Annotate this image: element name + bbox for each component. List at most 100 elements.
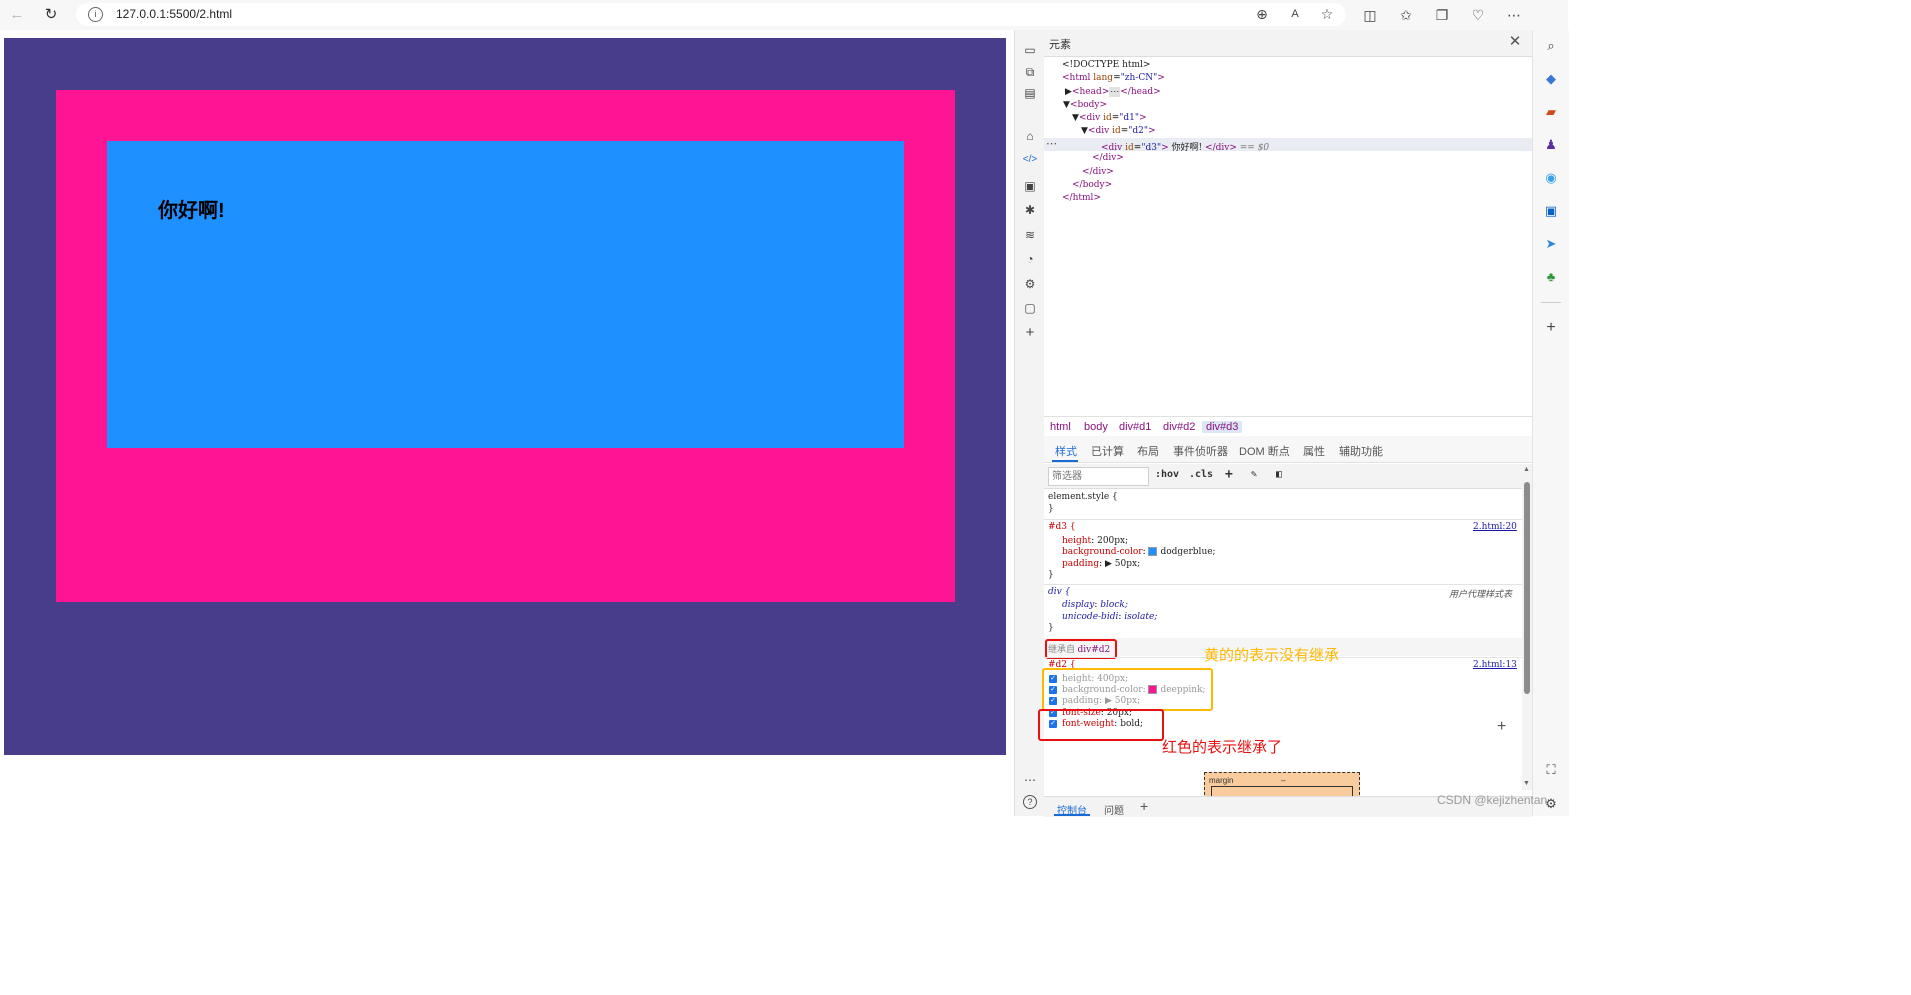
dom-d1-node[interactable]: ▼<div id="d1"> xyxy=(1072,113,1147,123)
tab-layout[interactable]: 布局 xyxy=(1137,443,1159,459)
search-icon[interactable]: ⌕ xyxy=(1543,38,1559,54)
screenshot-icon[interactable]: ⛶ xyxy=(1543,762,1559,778)
collections-icon[interactable]: ❐ xyxy=(1433,6,1451,24)
dom-doctype[interactable]: <!DOCTYPE html> xyxy=(1062,60,1150,70)
element-style-rule[interactable]: element.style { xyxy=(1048,492,1118,502)
dom-d2-node[interactable]: ▼<div id="d2"> xyxy=(1081,126,1156,136)
dodgerblue-swatch[interactable] xyxy=(1148,547,1158,556)
breadcrumb: html body div#d1 div#d2 div#d3 xyxy=(1044,416,1532,437)
rule-separator xyxy=(1044,584,1522,585)
send-plane-icon[interactable]: ➤ xyxy=(1543,236,1559,252)
elements-code-icon[interactable]: </> xyxy=(1022,152,1038,168)
performance-icon[interactable]: ◔ xyxy=(1022,251,1038,267)
dom-d3-node[interactable]: <div id="d3"> 你好啊! </div> == $0 xyxy=(1101,140,1269,153)
more-icon[interactable]: ⋯ xyxy=(1505,6,1523,24)
add-property-icon[interactable]: + xyxy=(1497,718,1506,736)
dom-head-node[interactable]: ▶<head>⋯</head> xyxy=(1065,87,1161,97)
node-actions-icon[interactable]: ⋯ xyxy=(1046,137,1057,150)
settings-gear-icon[interactable]: ⚙ xyxy=(1022,276,1038,292)
split-screen-icon[interactable]: ◫ xyxy=(1361,6,1379,24)
devtools-panel: 元素 ✕ ⋯ <!DOCTYPE html> <html lang="zh-CN… xyxy=(1038,30,1532,817)
add-tool-icon[interactable]: + xyxy=(1022,325,1038,341)
d3-rule-source-link[interactable]: 2.html:20 xyxy=(1473,522,1517,532)
favorites-icon[interactable]: ✩ xyxy=(1397,6,1415,24)
reload-icon[interactable]: ↻ xyxy=(42,6,60,24)
new-rule-icon[interactable]: + xyxy=(1225,467,1233,482)
hov-toggle-button[interactable]: :hov xyxy=(1155,469,1179,480)
device-emulation-icon[interactable]: ⧉ xyxy=(1022,64,1038,80)
tab-dom-breakpoints[interactable]: DOM 断点 xyxy=(1239,443,1290,459)
element-style-close: } xyxy=(1048,504,1054,514)
box-model-margin-value[interactable]: – xyxy=(1281,776,1285,785)
crumb-d3[interactable]: div#d3 xyxy=(1202,421,1243,433)
url-text[interactable]: 127.0.0.1:5500/2.html xyxy=(116,7,232,21)
styles-filter-input[interactable] xyxy=(1048,467,1149,486)
tab-event-listeners[interactable]: 事件侦听器 xyxy=(1173,443,1228,459)
games-icon[interactable]: ♟ xyxy=(1543,137,1559,153)
dom-html-node[interactable]: <html lang="zh-CN"> xyxy=(1062,73,1165,83)
dom-d2-close[interactable]: </div> xyxy=(1092,153,1124,163)
crumb-html[interactable]: html xyxy=(1050,421,1071,433)
read-aloud-icon[interactable]: A xyxy=(1286,5,1304,23)
tree-icon[interactable]: ♣ xyxy=(1543,269,1559,285)
favorite-star-icon[interactable]: ☆ xyxy=(1318,5,1336,23)
active-drawer-tab-indicator xyxy=(1054,814,1090,816)
styles-filter-bar: :hov .cls + ✎ ◧ xyxy=(1044,464,1522,489)
tab-accessibility[interactable]: 辅助功能 xyxy=(1339,443,1383,459)
tab-properties[interactable]: 属性 xyxy=(1303,443,1325,459)
shopping-tag-icon[interactable]: ◆ xyxy=(1543,71,1559,87)
dom-d1-close[interactable]: </div> xyxy=(1082,167,1114,177)
d2-rule-source-link[interactable]: 2.html:13 xyxy=(1473,660,1517,670)
d3-rule-selector[interactable]: #d3 { xyxy=(1048,522,1076,532)
address-bar[interactable]: i 127.0.0.1:5500/2.html ⊕ A ☆ xyxy=(76,3,1346,26)
help-icon[interactable]: ? xyxy=(1023,795,1037,809)
dock-icon[interactable]: ▤ xyxy=(1022,85,1038,101)
d3-prop-background-color[interactable]: background-color: dodgerblue; xyxy=(1062,547,1216,557)
crumb-d1[interactable]: div#d1 xyxy=(1119,421,1151,433)
elements-panel-title: 元素 xyxy=(1049,39,1071,51)
dom-html-close[interactable]: </html> xyxy=(1062,193,1101,203)
paint-brush-icon[interactable]: ✎ xyxy=(1251,469,1257,480)
info-icon[interactable]: i xyxy=(88,7,103,22)
devtools-header: 元素 ✕ xyxy=(1044,30,1532,57)
d3-prop-padding[interactable]: padding: ▶ 50px; xyxy=(1062,559,1140,569)
close-icon[interactable]: ✕ xyxy=(1506,33,1524,51)
drawer-tab-issues[interactable]: 问题 xyxy=(1104,802,1124,817)
browser-essentials-icon[interactable]: ♡ xyxy=(1469,6,1487,24)
scroll-up-icon[interactable]: ▲ xyxy=(1523,466,1530,473)
ua-rule-selector[interactable]: div { xyxy=(1048,587,1070,597)
console-icon[interactable]: ▣ xyxy=(1022,178,1038,194)
scroll-down-icon[interactable]: ▼ xyxy=(1523,780,1530,787)
network-wifi-icon[interactable]: ≋ xyxy=(1022,227,1038,243)
zoom-icon[interactable]: ⊕ xyxy=(1253,5,1271,23)
ua-rule-close: } xyxy=(1048,623,1054,633)
application-icon[interactable]: ▢ xyxy=(1022,300,1038,316)
tab-computed[interactable]: 已计算 xyxy=(1091,443,1124,459)
add-drawer-tab-icon[interactable]: + xyxy=(1140,798,1148,814)
home-icon[interactable]: ⌂ xyxy=(1022,128,1038,144)
crumb-d2[interactable]: div#d2 xyxy=(1163,421,1195,433)
tools-briefcase-icon[interactable]: ▰ xyxy=(1543,104,1559,120)
dom-body-close[interactable]: </body> xyxy=(1072,180,1112,190)
inherited-annotation: 红色的表示继承了 xyxy=(1162,739,1283,756)
outlook-icon[interactable]: ▣ xyxy=(1543,203,1559,219)
bug-icon[interactable]: ✱ xyxy=(1022,202,1038,218)
toggle-sidebar-icon[interactable]: ◧ xyxy=(1276,469,1282,480)
styles-subtabs: 样式 已计算 布局 事件侦听器 DOM 断点 属性 辅助功能 xyxy=(1044,436,1532,463)
back-arrow-icon[interactable]: ← xyxy=(8,6,26,24)
copilot-icon[interactable]: ◉ xyxy=(1543,170,1559,186)
tab-styles[interactable]: 样式 xyxy=(1055,443,1077,459)
crumb-body[interactable]: body xyxy=(1084,421,1108,433)
ua-prop-display: display: block; xyxy=(1062,600,1128,610)
cls-toggle-button[interactable]: .cls xyxy=(1189,469,1213,480)
cast-icon[interactable]: ▭ xyxy=(1022,42,1038,58)
add-sidebar-app-icon[interactable]: + xyxy=(1543,320,1559,336)
d3-prop-height[interactable]: height: 200px; xyxy=(1062,536,1128,546)
styles-scrollbar-thumb[interactable] xyxy=(1524,482,1530,694)
styles-scrollbar[interactable]: ▲ ▼ xyxy=(1522,464,1532,790)
user-agent-stylesheet-label: 用户代理样式表 xyxy=(1449,589,1513,599)
csdn-watermark: CSDN @kejizhentan xyxy=(1437,793,1548,807)
div-d1: 你好啊! xyxy=(4,38,1006,755)
more-tools-icon[interactable]: ⋯ xyxy=(1022,772,1038,788)
dom-body-node[interactable]: ▼<body> xyxy=(1063,100,1107,110)
